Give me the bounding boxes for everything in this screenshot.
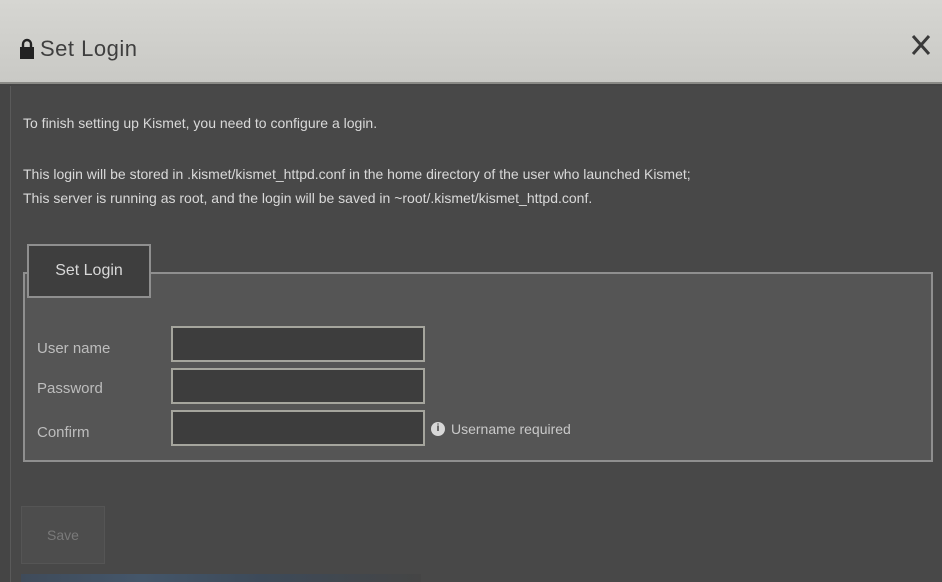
- info-icon: i: [431, 422, 445, 436]
- intro-message: To finish setting up Kismet, you need to…: [23, 115, 378, 131]
- close-icon[interactable]: [904, 28, 938, 62]
- title-bar: Set Login: [0, 0, 942, 84]
- dialog-body: To finish setting up Kismet, you need to…: [10, 86, 942, 582]
- hint-text: Username required: [451, 421, 571, 437]
- username-label: User name: [37, 340, 111, 357]
- password-field[interactable]: [171, 368, 425, 404]
- dialog-title: Set Login: [40, 36, 138, 61]
- fieldset-legend: Set Login: [27, 244, 151, 298]
- root-message: This server is running as root, and the …: [23, 190, 593, 206]
- confirm-password-field[interactable]: [171, 410, 425, 446]
- storage-message: This login will be stored in .kismet/kis…: [23, 166, 691, 182]
- lock-icon: [20, 38, 34, 59]
- status-strip: [21, 574, 421, 582]
- validation-hint: i Username required: [431, 421, 571, 437]
- confirm-label: Confirm: [37, 424, 90, 441]
- save-button[interactable]: Save: [21, 506, 105, 564]
- set-login-dialog: Set Login To finish setting up Kismet, y…: [0, 0, 942, 582]
- password-label: Password: [37, 380, 103, 397]
- username-field[interactable]: [171, 326, 425, 362]
